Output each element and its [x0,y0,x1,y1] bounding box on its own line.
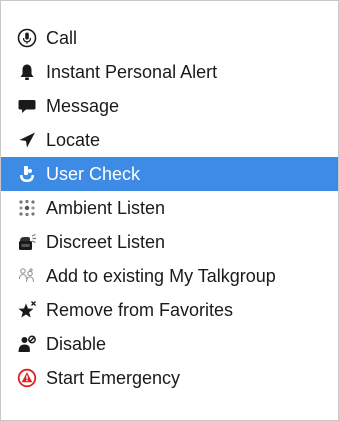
menu-item-label: Remove from Favorites [46,300,234,320]
menu-item-label: User Check [46,164,141,184]
menu-item-start-emergency[interactable]: Start Emergency [1,361,338,395]
discreet-listen-icon [17,232,37,252]
emergency-alert-icon [17,368,37,388]
menu-item-ambient-listen[interactable]: Ambient Listen [1,191,338,225]
menu-item-call[interactable]: Call [1,21,338,55]
menu-item-label: Instant Personal Alert [46,62,218,82]
location-arrow-icon [17,130,37,150]
menu-item-label: Ambient Listen [46,198,166,218]
menu-item-label: Locate [46,130,101,150]
menu-item-discreet-listen[interactable]: Discreet Listen [1,225,338,259]
menu-item-message[interactable]: Message [1,89,338,123]
menu-item-remove-from-favorites[interactable]: Remove from Favorites [1,293,338,327]
microphone-circle-icon [17,28,37,48]
menu-item-label: Discreet Listen [46,232,166,252]
menu-item-label: Add to existing My Talkgroup [46,266,276,286]
bell-icon [17,62,37,82]
menu-item-add-to-talkgroup[interactable]: Add to existing My Talkgroup [1,259,338,293]
menu-item-user-check[interactable]: User Check [1,157,338,191]
add-talkgroup-icon [17,266,37,286]
user-disable-icon [17,334,37,354]
ambient-listen-icon [17,198,37,218]
speech-bubble-icon [17,96,37,116]
menu-item-locate[interactable]: Locate [1,123,338,157]
menu-item-disable[interactable]: Disable [1,327,338,361]
user-check-icon [17,164,37,184]
menu-item-label: Disable [46,334,107,354]
menu-item-instant-personal-alert[interactable]: Instant Personal Alert [1,55,338,89]
star-remove-icon [17,300,37,320]
menu-item-label: Start Emergency [46,368,181,388]
menu-item-label: Message [46,96,120,116]
context-menu: Call Instant Personal Alert Message Loca… [0,0,339,421]
menu-item-label: Call [46,28,78,48]
